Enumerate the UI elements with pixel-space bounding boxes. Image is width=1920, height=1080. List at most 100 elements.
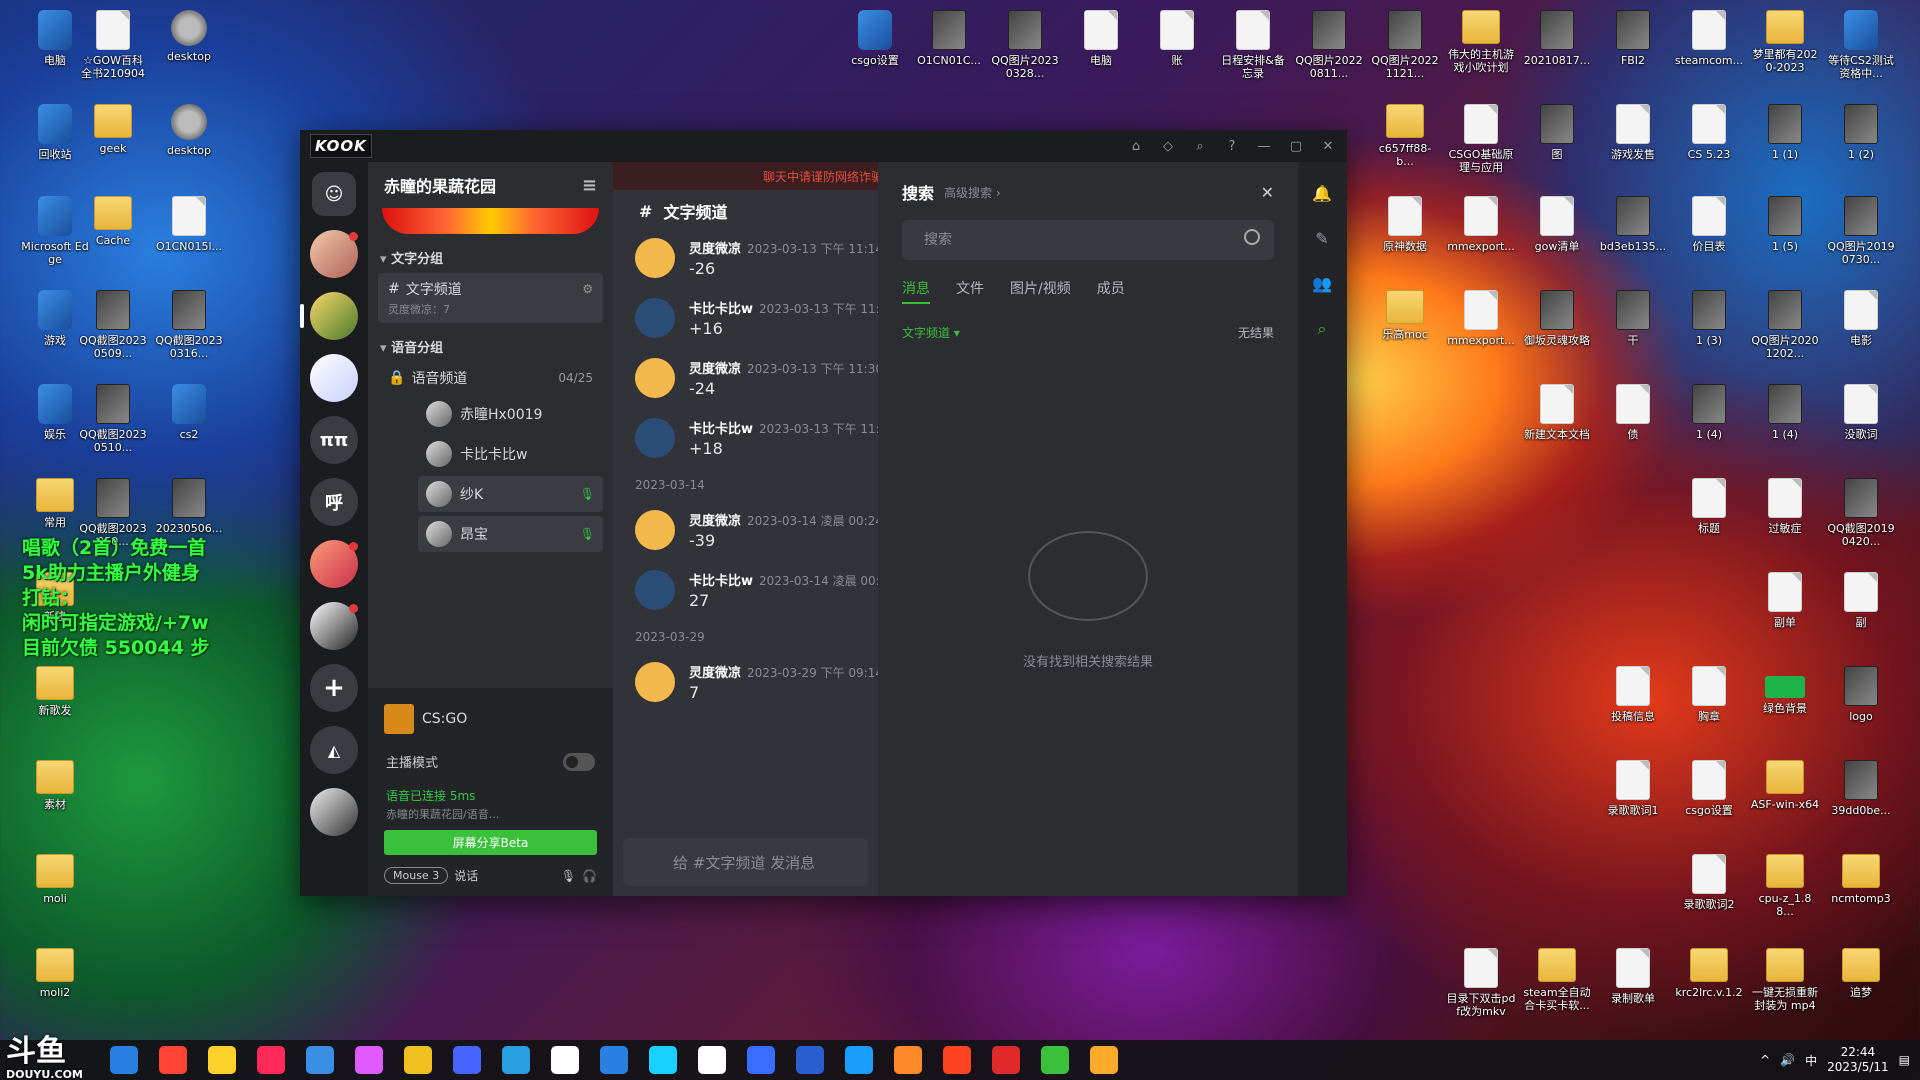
desktop-icon[interactable]: ☆GOW百科全书210904 — [78, 10, 148, 80]
screen-share-button[interactable]: 屏幕分享Beta — [384, 830, 597, 855]
desktop-icon[interactable]: 等待CS2测试资格中... — [1826, 10, 1896, 80]
desktop-icon[interactable]: 价目表 — [1674, 196, 1744, 253]
message-author[interactable]: 卡比卡比w — [689, 574, 753, 589]
desktop-icon[interactable]: 一键无损重新封装为 mp4 — [1750, 948, 1820, 1012]
category-text[interactable]: 文字分组 — [368, 234, 613, 273]
taskbar-app-icon[interactable] — [306, 1046, 334, 1074]
tab-messages[interactable]: 消息 — [902, 278, 930, 304]
desktop-icon[interactable]: 1 (4) — [1750, 384, 1820, 441]
taskbar-app-icon[interactable] — [208, 1046, 236, 1074]
taskbar-app-icon[interactable] — [404, 1046, 432, 1074]
desktop-icon[interactable]: 录制歌单 — [1598, 948, 1668, 1005]
desktop-icon[interactable]: geek — [78, 104, 148, 155]
desktop-icon[interactable]: csgo设置 — [840, 10, 910, 67]
taskbar-app-icon[interactable] — [257, 1046, 285, 1074]
channel-voice[interactable]: 🔒 语音频道 04/25 — [378, 362, 603, 394]
voice-user[interactable]: 纱K 🎙 — [418, 476, 603, 512]
avatar[interactable] — [635, 418, 675, 458]
tab-members[interactable]: 成员 — [1097, 278, 1125, 304]
desktop-icon[interactable]: 1 (3) — [1674, 290, 1744, 347]
desktop-icon[interactable]: CSGO基础原理与应用 — [1446, 104, 1516, 174]
desktop-icon[interactable]: moli2 — [20, 948, 90, 999]
desktop-icon[interactable]: ncmtomp3 — [1826, 854, 1896, 905]
advanced-search-link[interactable]: 高级搜索 › — [944, 184, 1001, 201]
add-server-icon[interactable]: + — [310, 664, 358, 712]
desktop-icon[interactable]: 新建文本文档 — [1522, 384, 1592, 441]
desktop-icon[interactable]: QQ图片20190730... — [1826, 196, 1896, 266]
desktop-icon[interactable]: 梦里都有2020-2023 — [1750, 10, 1820, 74]
desktop-icon[interactable]: bd3eb135... — [1598, 196, 1668, 253]
search-icon[interactable]: ⌕ — [1318, 319, 1327, 339]
desktop-icon[interactable]: QQ截图20230316... — [154, 290, 224, 360]
desktop-icon[interactable]: 素材 — [20, 760, 90, 811]
search-icon[interactable] — [1244, 229, 1260, 245]
server-avatar[interactable] — [310, 354, 358, 402]
headset-icon[interactable]: 🎧 — [582, 869, 597, 883]
message-author[interactable]: 灵度微凉 — [689, 514, 741, 529]
taskbar-app-icon[interactable] — [1090, 1046, 1118, 1074]
desktop-icon[interactable]: O1CN015l... — [154, 196, 224, 253]
desktop-icon[interactable]: QQ截图20190420... — [1826, 478, 1896, 548]
desktop-icon[interactable]: csgo设置 — [1674, 760, 1744, 817]
taskbar-app-icon[interactable] — [796, 1046, 824, 1074]
gift-icon[interactable]: ⌂ — [1127, 139, 1145, 154]
taskbar-app-icon[interactable] — [600, 1046, 628, 1074]
search-input[interactable] — [902, 220, 1274, 260]
category-voice[interactable]: 语音分组 — [368, 323, 613, 362]
clock[interactable]: 22:44 2023/5/11 — [1827, 1045, 1889, 1075]
desktop-icon[interactable]: 1 (1) — [1750, 104, 1820, 161]
voice-user[interactable]: 卡比卡比w — [418, 436, 603, 472]
avatar[interactable] — [635, 510, 675, 550]
pin-icon[interactable]: ✎ — [1315, 229, 1328, 248]
tab-media[interactable]: 图片/视频 — [1010, 278, 1071, 304]
discover-icon[interactable]: ◭ — [310, 726, 358, 774]
search-icon[interactable]: ⌕ — [1191, 139, 1209, 154]
desktop-icon[interactable]: gow清单 — [1522, 196, 1592, 253]
desktop-icon[interactable]: 39dd0be... — [1826, 760, 1896, 817]
avatar[interactable] — [635, 358, 675, 398]
tray-expand-icon[interactable]: ^ — [1760, 1053, 1770, 1067]
desktop-icon[interactable]: 干 — [1598, 290, 1668, 347]
taskbar-app-icon[interactable] — [649, 1046, 677, 1074]
desktop-icon[interactable]: 图 — [1522, 104, 1592, 161]
desktop-icon[interactable]: FBI2 — [1598, 10, 1668, 67]
message[interactable]: 灵度微凉 2023-03-13 下午 11:30 -24 — [635, 358, 878, 398]
ime-indicator[interactable]: 中 — [1805, 1052, 1817, 1069]
message-author[interactable]: 灵度微凉 — [689, 666, 741, 681]
desktop-icon[interactable]: 目录下双击pdf改为mkv — [1446, 948, 1516, 1018]
desktop-icon[interactable]: QQ图片20230328... — [990, 10, 1060, 80]
message-author[interactable]: 灵度微凉 — [689, 362, 741, 377]
desktop-icon[interactable]: ASF-win-x64 — [1750, 760, 1820, 811]
desktop-icon[interactable]: 御坂灵魂攻略 — [1522, 290, 1592, 347]
members-icon[interactable]: 👥 — [1312, 274, 1332, 293]
desktop-icon[interactable]: 原神数据 — [1370, 196, 1440, 253]
user-avatar[interactable] — [310, 788, 358, 836]
server-avatar[interactable] — [310, 230, 358, 278]
taskbar-app-icon[interactable] — [110, 1046, 138, 1074]
desktop-icon[interactable]: 新歌发 — [20, 666, 90, 717]
taskbar-app-icon[interactable] — [1041, 1046, 1069, 1074]
close-icon[interactable]: ✕ — [1319, 139, 1337, 154]
desktop-icon[interactable]: 追梦 — [1826, 948, 1896, 999]
taskbar-app-icon[interactable] — [502, 1046, 530, 1074]
desktop-icon[interactable]: 电脑 — [1066, 10, 1136, 67]
tab-files[interactable]: 文件 — [956, 278, 984, 304]
taskbar-app-icon[interactable] — [845, 1046, 873, 1074]
desktop-icon[interactable]: desktop — [154, 104, 224, 157]
avatar[interactable] — [635, 662, 675, 702]
taskbar-app-icon[interactable] — [943, 1046, 971, 1074]
desktop-icon[interactable]: mmexport... — [1446, 196, 1516, 253]
help-icon[interactable]: ? — [1223, 139, 1241, 154]
desktop-icon[interactable]: 20230506... — [154, 478, 224, 535]
desktop-icon[interactable]: 债 — [1598, 384, 1668, 441]
taskbar-app-icon[interactable] — [159, 1046, 187, 1074]
taskbar-app-icon[interactable] — [698, 1046, 726, 1074]
message-author[interactable]: 卡比卡比w — [689, 422, 753, 437]
desktop-icon[interactable]: cs2 — [154, 384, 224, 441]
desktop-icon[interactable]: QQ图片20220811... — [1294, 10, 1364, 80]
desktop-icon[interactable]: logo — [1826, 666, 1896, 723]
desktop-icon[interactable]: QQ图片20201202... — [1750, 290, 1820, 360]
desktop-icon[interactable]: 过敏症 — [1750, 478, 1820, 535]
taskbar-app-icon[interactable] — [747, 1046, 775, 1074]
minimize-icon[interactable]: — — [1255, 139, 1273, 154]
